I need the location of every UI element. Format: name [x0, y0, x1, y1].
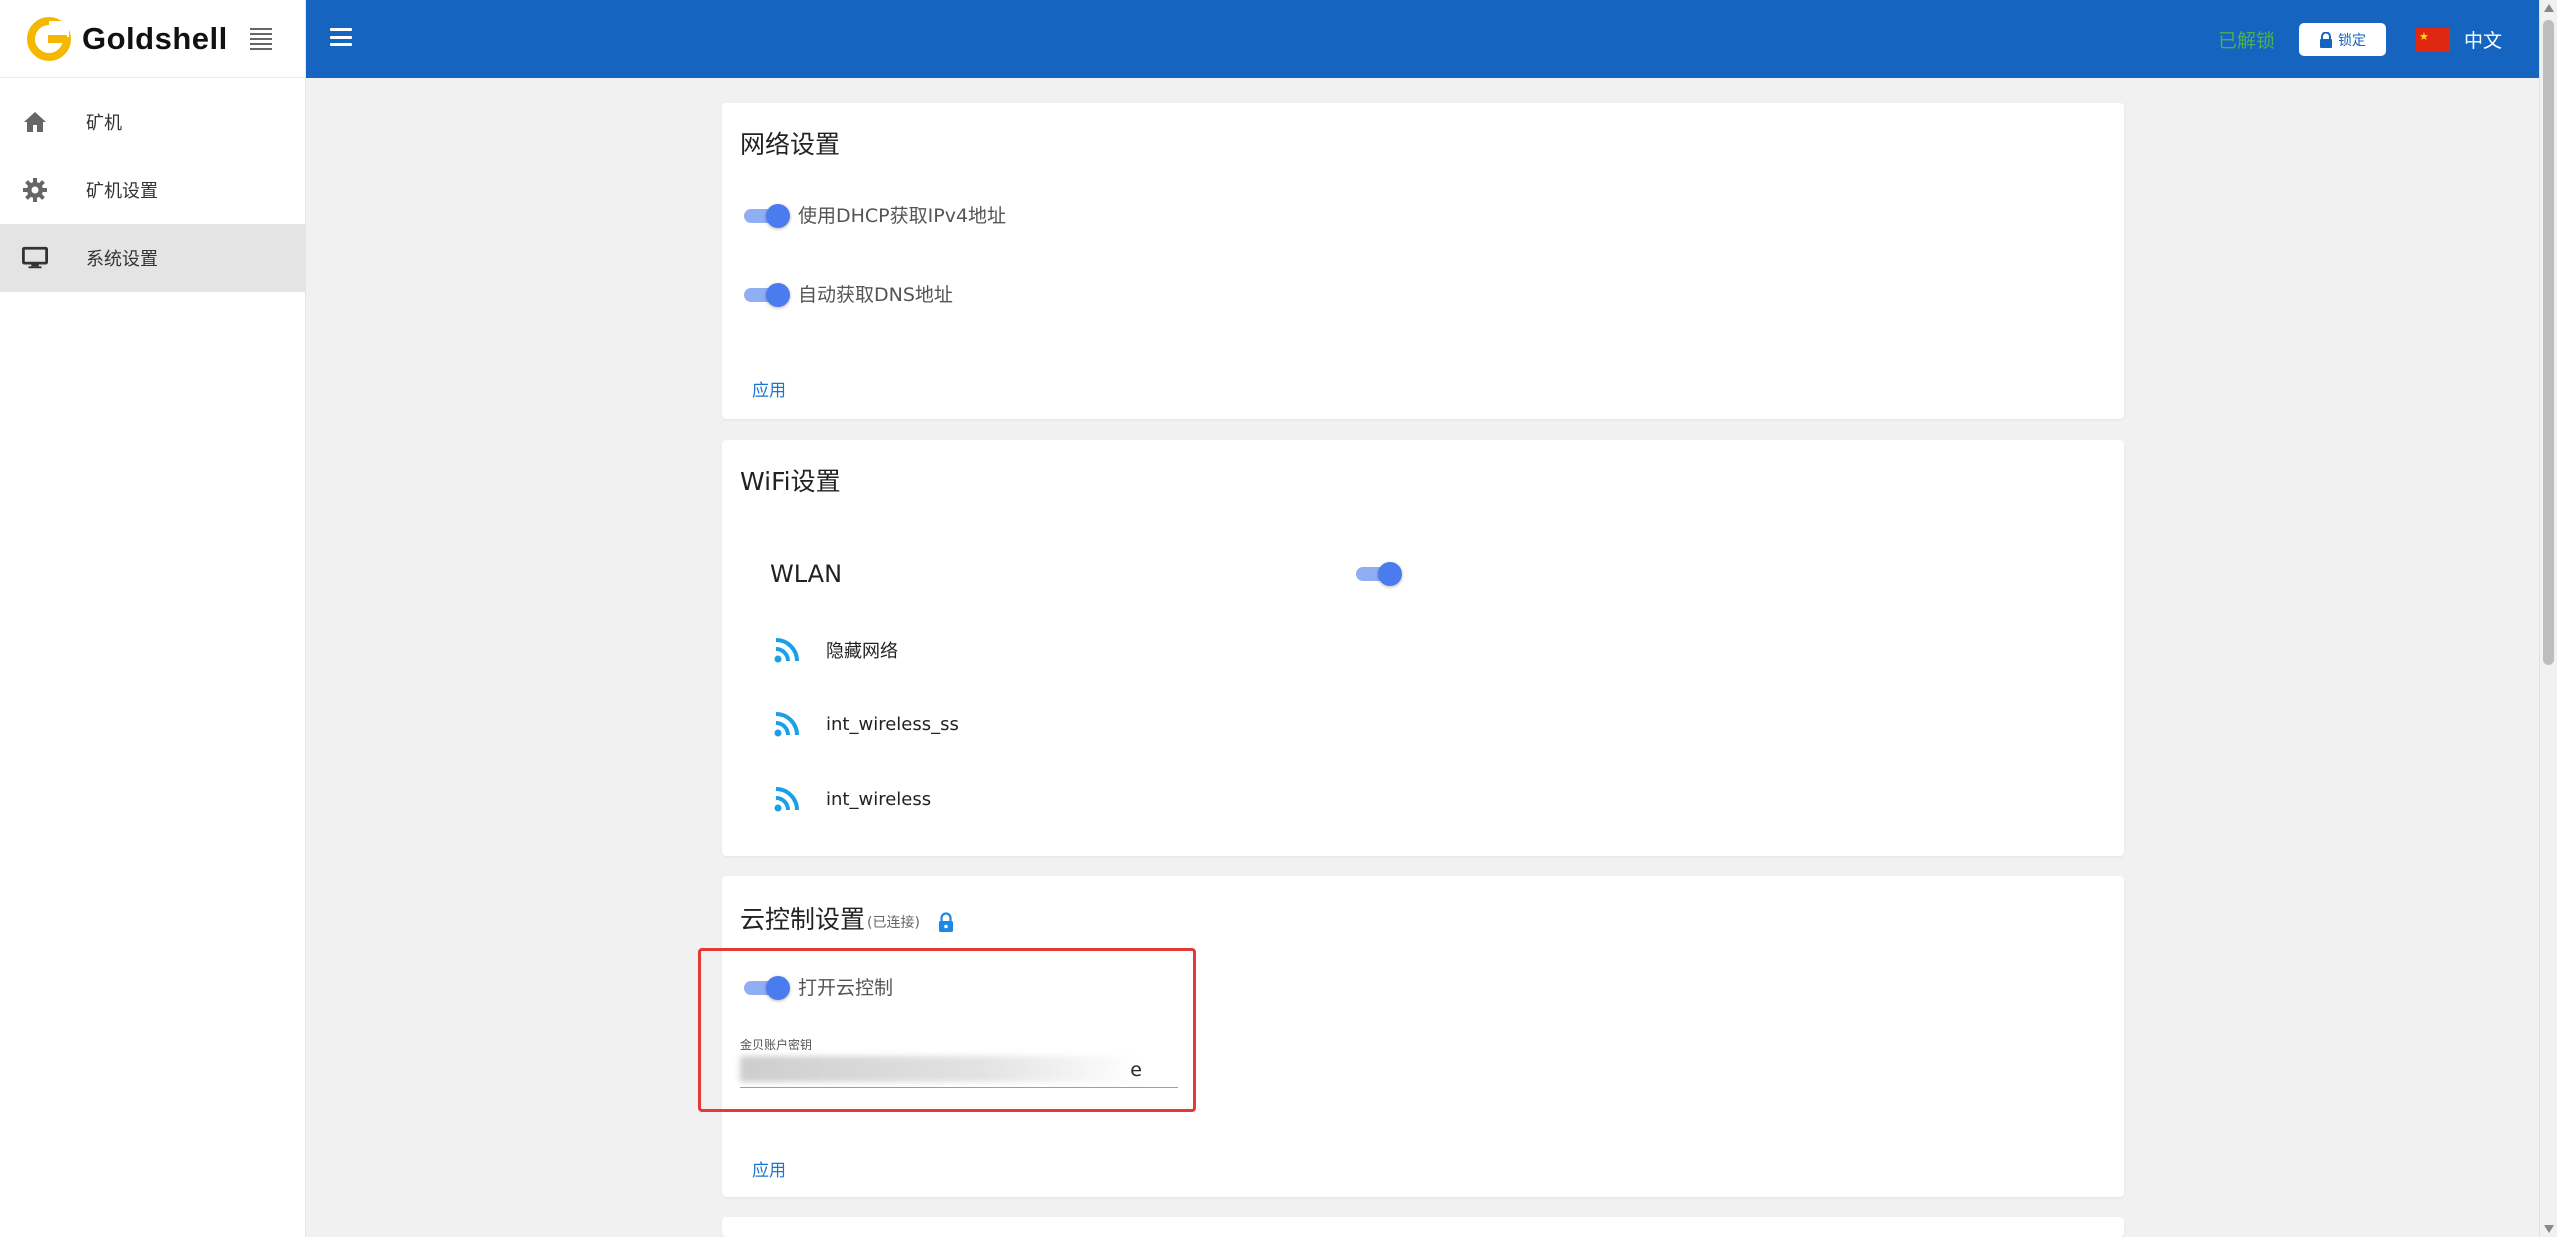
highlight-box [698, 948, 1196, 1112]
wifi-network-item[interactable]: int_wireless_ss [772, 709, 959, 739]
wlan-label: WLAN [770, 560, 843, 588]
gear-icon [22, 177, 48, 203]
lock-icon [938, 912, 953, 932]
lock-button-label: 锁定 [2338, 32, 2366, 49]
wifi-network-name: int_wireless_ss [826, 713, 959, 735]
sidebar-item-label: 系统设置 [86, 249, 158, 270]
lock-icon [2320, 31, 2332, 48]
wifi-signal-icon [774, 787, 799, 812]
dhcp-toggle[interactable] [742, 202, 790, 228]
wlan-toggle[interactable] [1354, 560, 1402, 586]
sidebar-nav: 矿机 矿机设置 系统设置 [0, 88, 305, 292]
monitor-icon [22, 245, 48, 271]
top-header: 已解锁 锁定 ★ 中文 [306, 0, 2539, 78]
goldshell-logo-icon [27, 16, 71, 61]
network-settings-card: 网络设置 使用DHCP获取IPv4地址 自动获取DNS地址 应用 [722, 103, 2124, 419]
brand-name: Goldshell [82, 20, 228, 56]
wifi-settings-card: WiFi设置 WLAN 隐藏网络 int_wireless_ss int_wir… [722, 440, 2124, 856]
wifi-signal-icon [774, 638, 799, 663]
unlock-status: 已解锁 [2218, 30, 2276, 52]
menu-icon[interactable] [330, 28, 352, 46]
dns-toggle[interactable] [742, 281, 790, 307]
cloud-apply-button[interactable]: 应用 [752, 1156, 786, 1181]
wifi-signal-icon [774, 712, 799, 737]
dns-label: 自动获取DNS地址 [798, 284, 953, 306]
dhcp-toggle-row: 使用DHCP获取IPv4地址 [742, 201, 1006, 228]
sidebar-item-label: 矿机设置 [86, 181, 158, 202]
network-apply-button[interactable]: 应用 [752, 376, 786, 401]
wifi-network-name: 隐藏网络 [826, 641, 898, 662]
sidebar-item-label: 矿机 [86, 113, 122, 134]
dhcp-label: 使用DHCP获取IPv4地址 [798, 205, 1007, 227]
collapse-list-icon[interactable] [249, 27, 272, 50]
sidebar-item-system-settings[interactable]: 系统设置 [0, 224, 305, 292]
cloud-control-title-row: 云控制设置 (已连接) [740, 900, 954, 936]
home-icon [22, 109, 48, 135]
cloud-control-title: 云控制设置 [740, 905, 866, 934]
scrollbar-thumb[interactable] [2543, 20, 2554, 665]
cloud-status: (已连接) [867, 915, 920, 931]
sidebar-item-miner[interactable]: 矿机 [0, 88, 305, 156]
wifi-settings-title: WiFi设置 [740, 467, 841, 496]
language-label: 中文 [2464, 30, 2503, 52]
wifi-network-item[interactable]: int_wireless [772, 784, 931, 814]
sidebar: Goldshell 矿机 矿机设置 系统设置 [0, 0, 306, 1237]
page-scrollbar[interactable] [2539, 0, 2557, 1237]
brand-header: Goldshell [0, 0, 305, 78]
china-flag-icon: ★ [2416, 27, 2450, 52]
sidebar-item-miner-settings[interactable]: 矿机设置 [0, 156, 305, 224]
network-settings-title: 网络设置 [740, 130, 841, 159]
lock-button[interactable]: 锁定 [2299, 23, 2386, 56]
next-card [722, 1217, 2124, 1237]
scroll-up-icon[interactable] [2544, 4, 2554, 12]
language-selector[interactable]: ★ 中文 [2416, 26, 2502, 53]
dns-toggle-row: 自动获取DNS地址 [742, 280, 953, 307]
scroll-down-icon[interactable] [2544, 1225, 2554, 1233]
wifi-network-name: int_wireless [826, 788, 932, 810]
wifi-network-item[interactable]: 隐藏网络 [772, 635, 898, 665]
